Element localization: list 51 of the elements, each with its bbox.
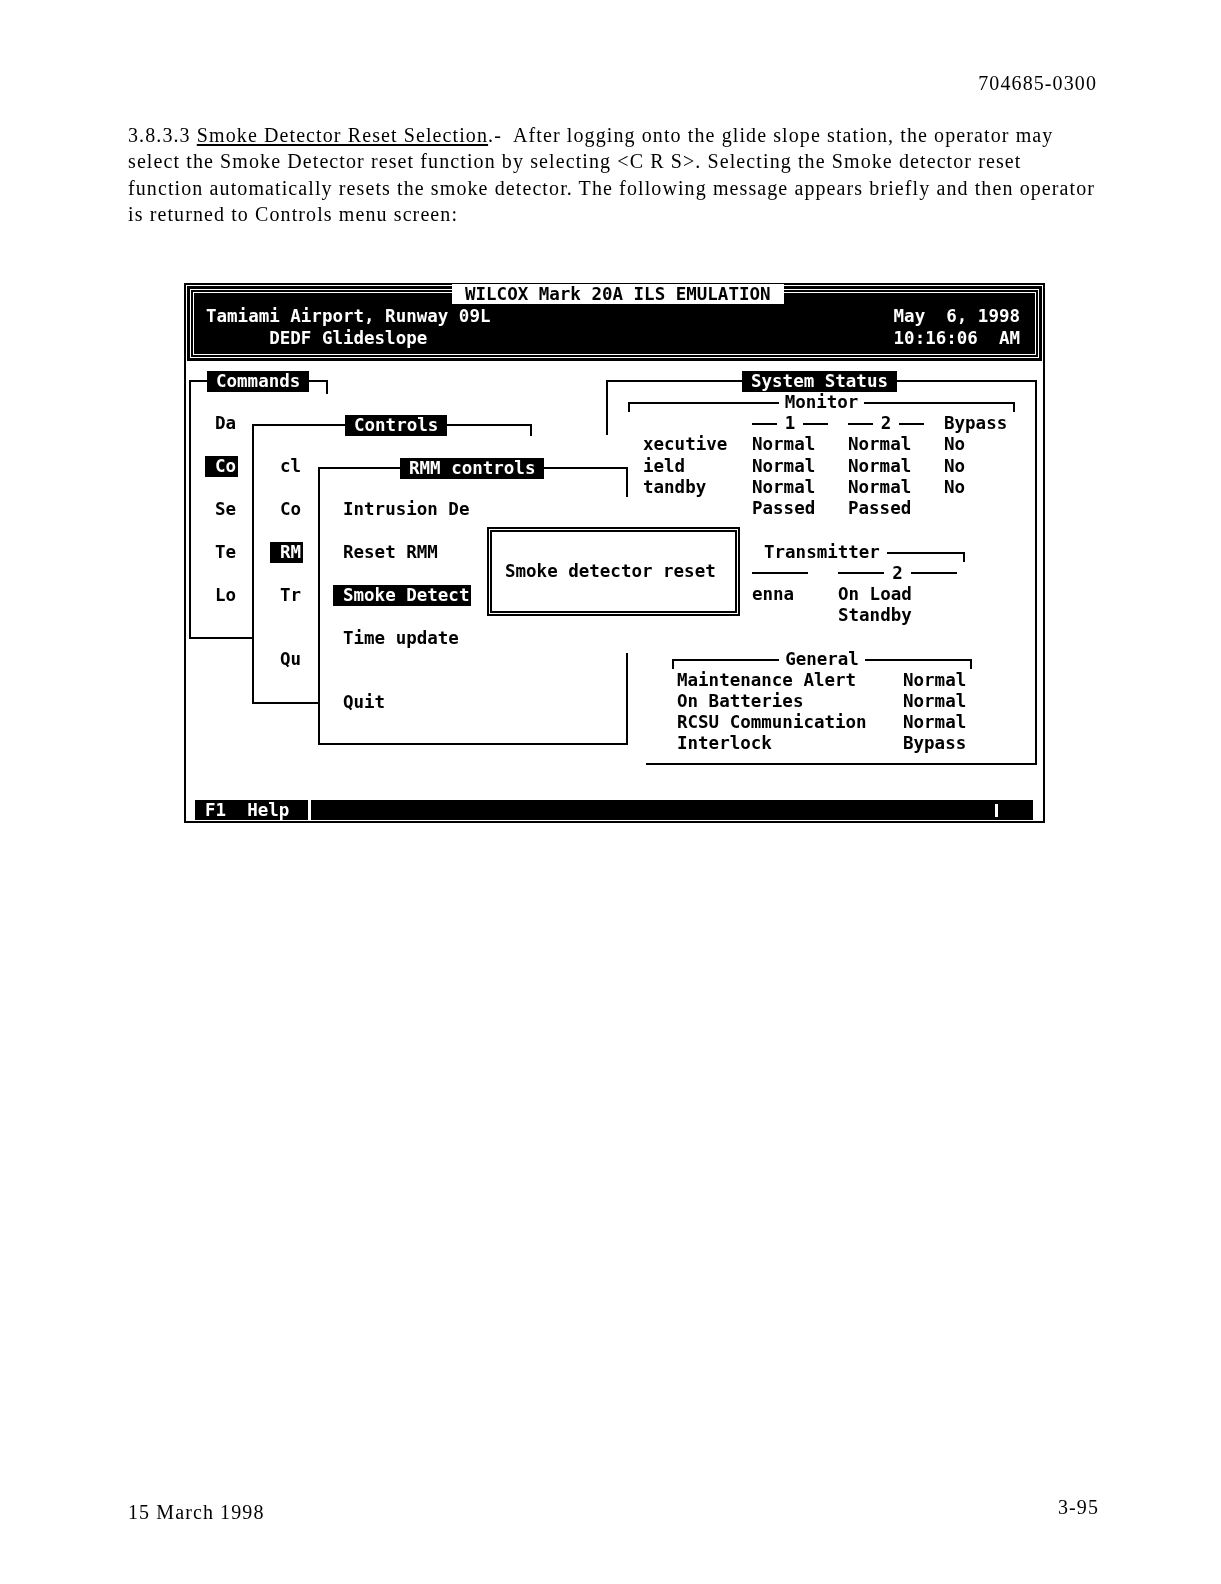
footer-date: 15 March 1998 bbox=[128, 1501, 265, 1523]
station-text: DEDF Glideslope bbox=[269, 327, 428, 350]
location-text: Tamiami Airport, Runway 09L bbox=[206, 305, 491, 328]
status-value: Bypass bbox=[903, 733, 968, 755]
menu-item[interactable]: Co bbox=[205, 456, 239, 478]
status-value: Normal bbox=[903, 690, 968, 713]
help-hint: F1 Help bbox=[205, 800, 290, 821]
status-value: No bbox=[944, 434, 967, 456]
row-label: tandby bbox=[643, 477, 708, 499]
status-value: Normal bbox=[903, 712, 968, 734]
section-title: Transmitter bbox=[764, 541, 880, 563]
window-title: System Status bbox=[742, 371, 897, 393]
status-value: Standby bbox=[838, 605, 913, 627]
status-value: No bbox=[944, 477, 967, 499]
status-value: On Load bbox=[838, 583, 913, 606]
column-header: Bypass bbox=[944, 413, 1009, 435]
menu-title: Controls bbox=[345, 415, 448, 437]
section-title: General bbox=[784, 648, 860, 670]
status-value: Normal bbox=[752, 455, 817, 478]
menu-item[interactable]: Smoke Detect bbox=[333, 585, 472, 607]
time-text: 10:16:06 AM bbox=[893, 327, 1020, 350]
row-label: Maintenance Alert bbox=[677, 669, 858, 691]
menu-item[interactable]: RM bbox=[270, 542, 304, 564]
status-value: Normal bbox=[848, 455, 913, 478]
section-title: Monitor bbox=[783, 392, 860, 414]
menu-title: RMM controls bbox=[400, 458, 545, 480]
status-value: Normal bbox=[752, 477, 817, 499]
section-paragraph: 3.8.3.3 Smoke Detector Reset Selection.- After logging onto the glide slope station, the operator may select the Smoke Detector reset function by selecting <C R S>. Selecting the Smoke detector reset function automatically resets the smoke detector. The following message appears briefly and then operator is returned to Controls menu screen: bbox=[128, 123, 1096, 227]
status-value: Normal bbox=[848, 477, 913, 499]
status-value: Normal bbox=[848, 434, 913, 456]
column-header: 2 bbox=[838, 562, 957, 584]
document-number: 704685-0300 bbox=[978, 72, 1097, 94]
menu-title: Commands bbox=[207, 371, 310, 393]
status-value: No bbox=[944, 455, 967, 478]
row-label: ield bbox=[643, 455, 687, 478]
status-value: Passed bbox=[752, 498, 817, 520]
app-title: WILCOX Mark 20A ILS EMULATION bbox=[452, 284, 784, 305]
column-header: 2 bbox=[848, 413, 924, 435]
row-label: xecutive bbox=[643, 434, 729, 456]
status-value: Normal bbox=[752, 434, 817, 456]
row-label: enna bbox=[752, 583, 796, 606]
message-text: Smoke detector reset bbox=[505, 561, 716, 583]
date-text: May 6, 1998 bbox=[893, 305, 1020, 328]
status-value: Passed bbox=[848, 498, 913, 520]
page-number: 3-95 bbox=[1057, 1496, 1099, 1518]
column-header: 1 bbox=[752, 413, 828, 435]
cursor-icon bbox=[995, 803, 998, 817]
row-label: RCSU Communication bbox=[677, 712, 868, 734]
status-value: Normal bbox=[903, 669, 968, 691]
row-label: On Batteries bbox=[677, 690, 805, 713]
row-label: Interlock bbox=[677, 733, 773, 755]
